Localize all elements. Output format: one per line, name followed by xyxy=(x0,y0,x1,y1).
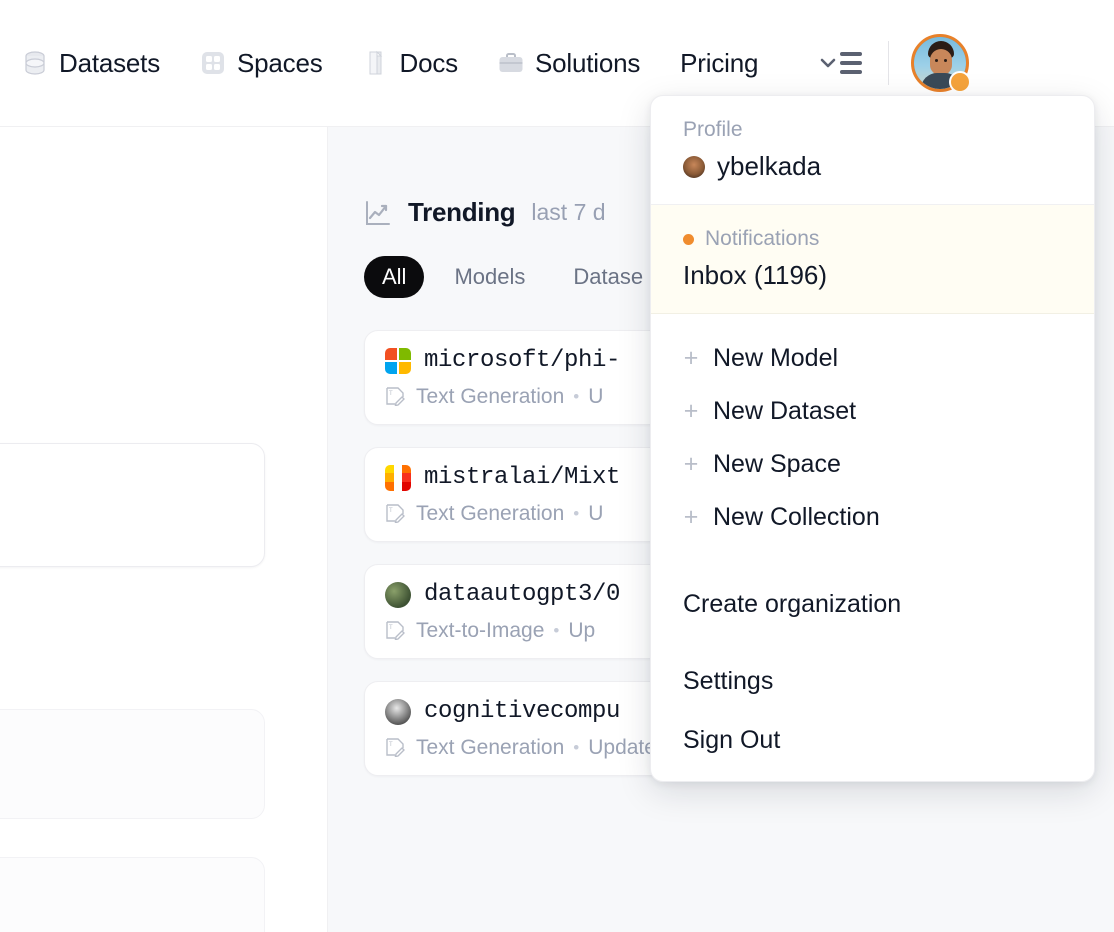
user-menu-dropdown: Profile ybelkada Notifications Inbox (11… xyxy=(650,95,1095,782)
task-label: Text Generation xyxy=(416,502,565,525)
list-item[interactable] xyxy=(0,857,265,932)
meta-separator: • xyxy=(553,621,560,640)
nav-link-label: Pricing xyxy=(680,47,759,78)
text-task-icon: T xyxy=(385,386,407,408)
left-rail xyxy=(0,127,328,932)
menu-item-new-dataset[interactable]: + New Dataset xyxy=(683,385,1062,438)
task-label: Text-to-Image xyxy=(416,619,545,642)
chevron-down-hamburger-icon[interactable] xyxy=(820,52,863,74)
nav-link-docs[interactable]: Docs xyxy=(363,48,458,79)
page-title: Trending xyxy=(408,197,516,227)
nav-link-label: Docs xyxy=(399,47,459,78)
notifications-label-row: Notifications xyxy=(683,227,1062,251)
list-item[interactable] xyxy=(0,443,265,567)
trending-period: last 7 d xyxy=(531,199,606,225)
text-task-icon: T xyxy=(385,620,407,642)
text-task-icon: T xyxy=(385,737,407,759)
chevron-down-icon xyxy=(820,58,836,68)
updated-label: U xyxy=(588,502,604,525)
plus-icon: + xyxy=(683,503,699,531)
plus-icon: + xyxy=(683,344,699,372)
dropdown-account-section: Settings Sign Out xyxy=(651,645,1094,781)
tab-models[interactable]: Models xyxy=(436,256,543,298)
database-icon xyxy=(22,49,48,77)
line-chart-icon xyxy=(364,199,392,227)
nav-link-label: Solutions xyxy=(534,47,641,78)
list-item[interactable] xyxy=(0,709,265,819)
notifications-label: Notifications xyxy=(705,227,820,250)
svg-text:T: T xyxy=(389,742,393,748)
model-name: microsoft/phi- xyxy=(424,347,621,374)
svg-text:T: T xyxy=(389,391,393,397)
plus-icon: + xyxy=(683,397,699,425)
menu-item-create-organization[interactable]: Create organization xyxy=(683,590,1062,619)
menu-item-label: New Dataset xyxy=(713,397,857,425)
model-name: cognitivecompu xyxy=(424,698,621,725)
tab-datasets[interactable]: Datase xyxy=(555,256,661,298)
app-root: Datasets Spaces Docs Solutions Pricing T… xyxy=(0,0,1114,932)
meta-separator: • xyxy=(573,387,580,406)
svg-text:T: T xyxy=(389,625,393,631)
spaces-grid-icon xyxy=(200,49,226,77)
hamburger-icon xyxy=(840,52,863,74)
text-task-icon: T xyxy=(385,503,407,525)
menu-item-sign-out[interactable]: Sign Out xyxy=(683,726,1062,755)
menu-item-new-space[interactable]: + New Space xyxy=(683,438,1062,491)
menu-item-label: New Space xyxy=(713,450,841,478)
nav-link-label: Spaces xyxy=(237,47,323,78)
dropdown-notifications-section: Notifications Inbox (1196) xyxy=(651,204,1094,314)
docs-book-icon xyxy=(363,49,389,77)
plus-icon: + xyxy=(683,450,699,478)
menu-item-label: New Collection xyxy=(713,503,880,531)
menu-item-new-model[interactable]: + New Model xyxy=(683,332,1062,385)
microsoft-logo-icon xyxy=(385,347,411,374)
user-avatar-icon xyxy=(385,581,411,608)
nav-link-label: Datasets xyxy=(59,47,161,78)
dropdown-org-section: Create organization xyxy=(651,564,1094,645)
menu-item-label: New Model xyxy=(713,344,839,372)
briefcase-icon xyxy=(498,49,524,77)
updated-label: Up xyxy=(568,619,596,642)
status-badge xyxy=(683,233,694,245)
avatar xyxy=(683,155,705,178)
meta-separator: • xyxy=(573,738,580,757)
nav-link-pricing[interactable]: Pricing xyxy=(680,48,758,79)
menu-item-new-collection[interactable]: + New Collection xyxy=(683,491,1062,544)
task-label: Text Generation xyxy=(416,736,565,759)
menu-item-profile[interactable]: ybelkada xyxy=(683,151,1062,182)
updated-label: U xyxy=(588,385,604,408)
nav-link-solutions[interactable]: Solutions xyxy=(498,48,640,79)
menu-item-settings[interactable]: Settings xyxy=(683,667,1062,696)
tab-all[interactable]: All xyxy=(364,256,425,298)
task-label: Text Generation xyxy=(416,385,565,408)
dropdown-new-section: + New Model + New Dataset + New Space + … xyxy=(651,314,1094,564)
mistral-logo-icon xyxy=(385,464,411,491)
user-avatar-icon xyxy=(385,698,411,725)
meta-separator: • xyxy=(573,504,580,523)
profile-label: Profile xyxy=(683,118,743,141)
avatar-status-dot xyxy=(949,71,972,93)
navbar-divider xyxy=(888,41,890,85)
model-name: mistralai/Mixt xyxy=(424,464,621,491)
model-name: dataautogpt3/0 xyxy=(424,581,621,608)
svg-text:T: T xyxy=(389,508,393,514)
nav-link-datasets[interactable]: Datasets xyxy=(22,48,160,79)
menu-item-inbox[interactable]: Inbox (1196) xyxy=(683,260,1062,291)
avatar[interactable] xyxy=(911,34,972,93)
profile-username: ybelkada xyxy=(717,151,822,181)
nav-link-spaces[interactable]: Spaces xyxy=(200,48,323,79)
dropdown-profile-section: Profile ybelkada xyxy=(651,96,1094,204)
